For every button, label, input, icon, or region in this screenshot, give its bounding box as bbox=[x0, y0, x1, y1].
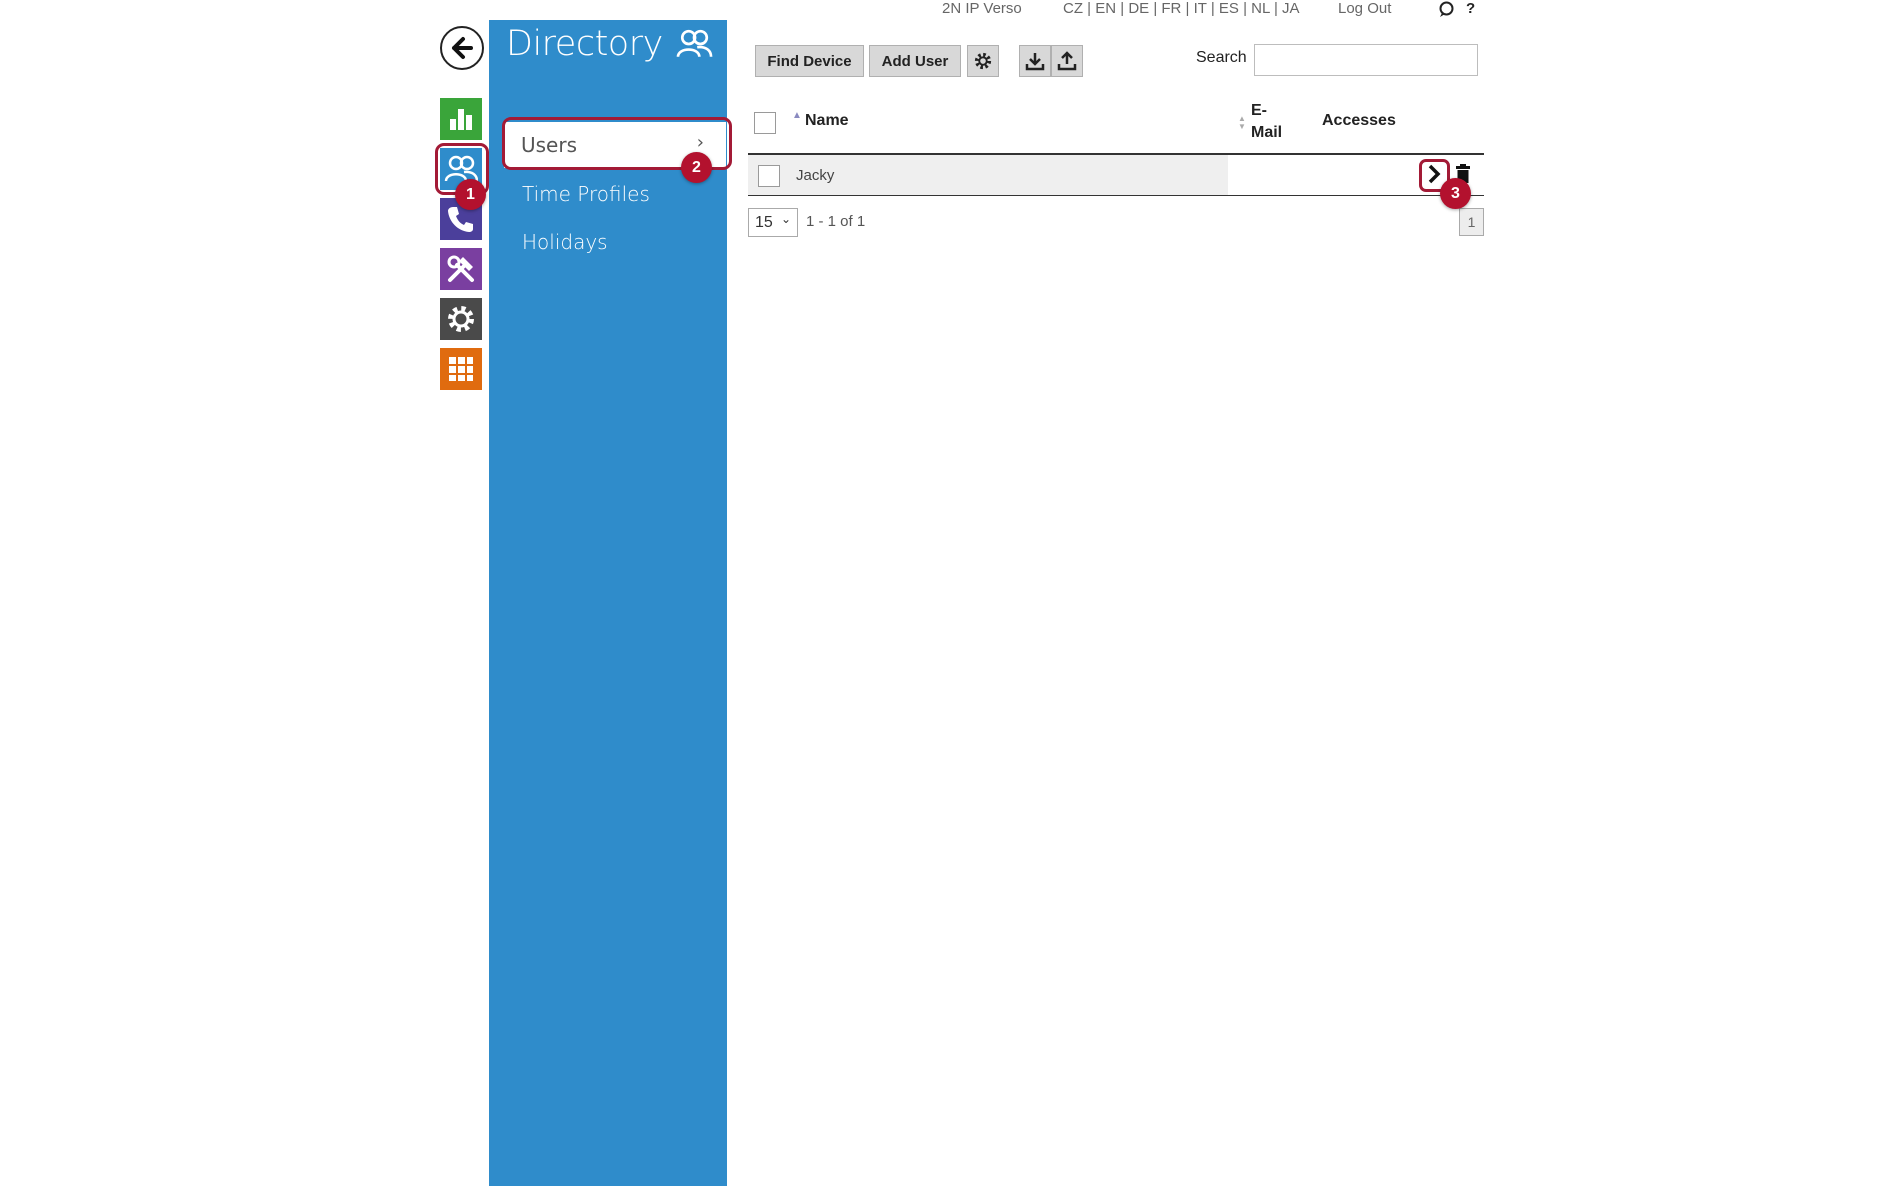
device-name: 2N IP Verso bbox=[942, 0, 1022, 17]
grid-icon bbox=[449, 357, 473, 381]
lang-de[interactable]: DE bbox=[1128, 0, 1149, 17]
panel-title: Directory bbox=[506, 24, 663, 64]
lang-fr[interactable]: FR bbox=[1161, 0, 1181, 17]
annotation-badge-1: 1 bbox=[455, 179, 486, 210]
annotation-badge-3: 3 bbox=[1440, 178, 1471, 209]
nav-item-label: Users bbox=[521, 133, 578, 157]
lang-es[interactable]: ES bbox=[1219, 0, 1239, 17]
arrow-left-icon bbox=[452, 37, 473, 59]
chart-icon bbox=[450, 109, 472, 130]
page-size-value: 15 bbox=[755, 213, 773, 231]
page-button-1[interactable]: 1 bbox=[1459, 208, 1484, 236]
lang-nl[interactable]: NL bbox=[1251, 0, 1270, 17]
logout-link[interactable]: Log Out bbox=[1338, 0, 1391, 17]
email-header-line1: E- bbox=[1251, 102, 1267, 119]
services-tile[interactable] bbox=[440, 298, 482, 340]
language-switcher[interactable]: CZ | EN | DE | FR | IT | ES | NL | JA bbox=[1063, 0, 1300, 17]
find-device-button[interactable]: Find Device bbox=[755, 45, 864, 77]
chevron-right-icon[interactable] bbox=[1426, 163, 1442, 190]
pager-range: 1 - 1 of 1 bbox=[806, 213, 866, 230]
lang-ja[interactable]: JA bbox=[1282, 0, 1300, 17]
nav-item-holidays[interactable]: Holidays bbox=[522, 230, 608, 254]
help-button[interactable]: ? bbox=[1466, 0, 1475, 17]
chat-icon[interactable] bbox=[1438, 1, 1455, 23]
hardware-tile[interactable] bbox=[440, 248, 482, 290]
lang-it[interactable]: IT bbox=[1194, 0, 1207, 17]
column-header-email[interactable]: E- Mail bbox=[1251, 100, 1282, 144]
table-row-divider bbox=[748, 195, 1484, 196]
status-tile[interactable] bbox=[440, 98, 482, 140]
row-name: Jacky bbox=[796, 167, 835, 184]
email-header-line2: Mail bbox=[1251, 124, 1283, 141]
tools-icon bbox=[447, 255, 474, 282]
download-icon bbox=[1025, 53, 1045, 71]
row-checkbox[interactable] bbox=[758, 165, 780, 187]
upload-icon bbox=[1057, 51, 1077, 71]
gear-icon bbox=[974, 52, 992, 70]
select-all-checkbox[interactable] bbox=[754, 112, 776, 134]
column-header-name[interactable]: Name bbox=[805, 112, 849, 130]
add-user-button[interactable]: Add User bbox=[869, 45, 961, 77]
back-button[interactable] bbox=[440, 26, 484, 70]
chevron-down-icon: ⌄ bbox=[780, 212, 791, 226]
sort-asc-icon: ▲ bbox=[792, 110, 802, 121]
system-tile[interactable] bbox=[440, 348, 482, 390]
lang-cz[interactable]: CZ bbox=[1063, 0, 1083, 17]
lang-en[interactable]: EN bbox=[1095, 0, 1116, 17]
column-header-accesses: Accesses bbox=[1322, 112, 1396, 129]
annotation-badge-2: 2 bbox=[681, 152, 712, 183]
chevron-right-icon: › bbox=[696, 132, 704, 153]
page-size-select[interactable]: 15 ⌄ bbox=[748, 208, 798, 237]
users-icon bbox=[675, 28, 713, 65]
sort-icon: ▲ ▼ bbox=[1238, 114, 1246, 131]
gear-icon bbox=[448, 306, 474, 332]
export-button[interactable] bbox=[1051, 45, 1083, 77]
settings-button[interactable] bbox=[967, 45, 999, 77]
search-input[interactable] bbox=[1254, 44, 1478, 76]
nav-item-time-profiles[interactable]: Time Profiles bbox=[522, 182, 650, 206]
search-label: Search bbox=[1196, 49, 1247, 66]
import-button[interactable] bbox=[1019, 45, 1051, 77]
